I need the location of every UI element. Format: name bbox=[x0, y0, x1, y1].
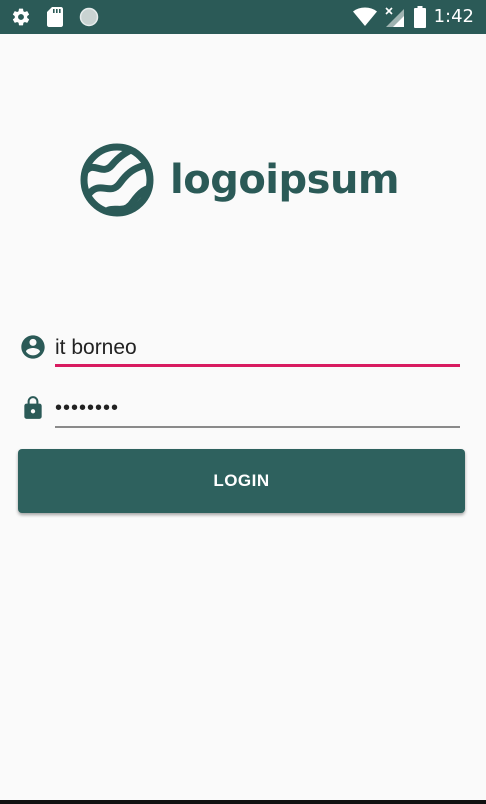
status-time: 1:42 bbox=[433, 6, 474, 27]
username-input[interactable] bbox=[55, 332, 460, 364]
password-input[interactable]: •••••••• bbox=[55, 392, 460, 424]
logo-text: logoipsum bbox=[170, 157, 400, 203]
battery-icon bbox=[412, 0, 428, 34]
logo-mark-icon bbox=[80, 143, 154, 217]
password-underline bbox=[55, 426, 460, 428]
username-underline bbox=[55, 364, 460, 367]
signal-x-icon bbox=[382, 0, 406, 34]
sd-card-icon bbox=[44, 0, 66, 34]
app-logo: logoipsum bbox=[80, 143, 400, 217]
lock-icon bbox=[18, 393, 48, 423]
account-circle-icon bbox=[18, 332, 48, 362]
login-button[interactable]: LOGIN bbox=[18, 449, 465, 513]
status-bar: 1:42 bbox=[0, 0, 486, 34]
bottom-edge bbox=[0, 800, 486, 804]
sync-circle-icon bbox=[78, 0, 100, 34]
wifi-icon bbox=[352, 0, 378, 34]
settings-gear-icon bbox=[10, 0, 32, 34]
